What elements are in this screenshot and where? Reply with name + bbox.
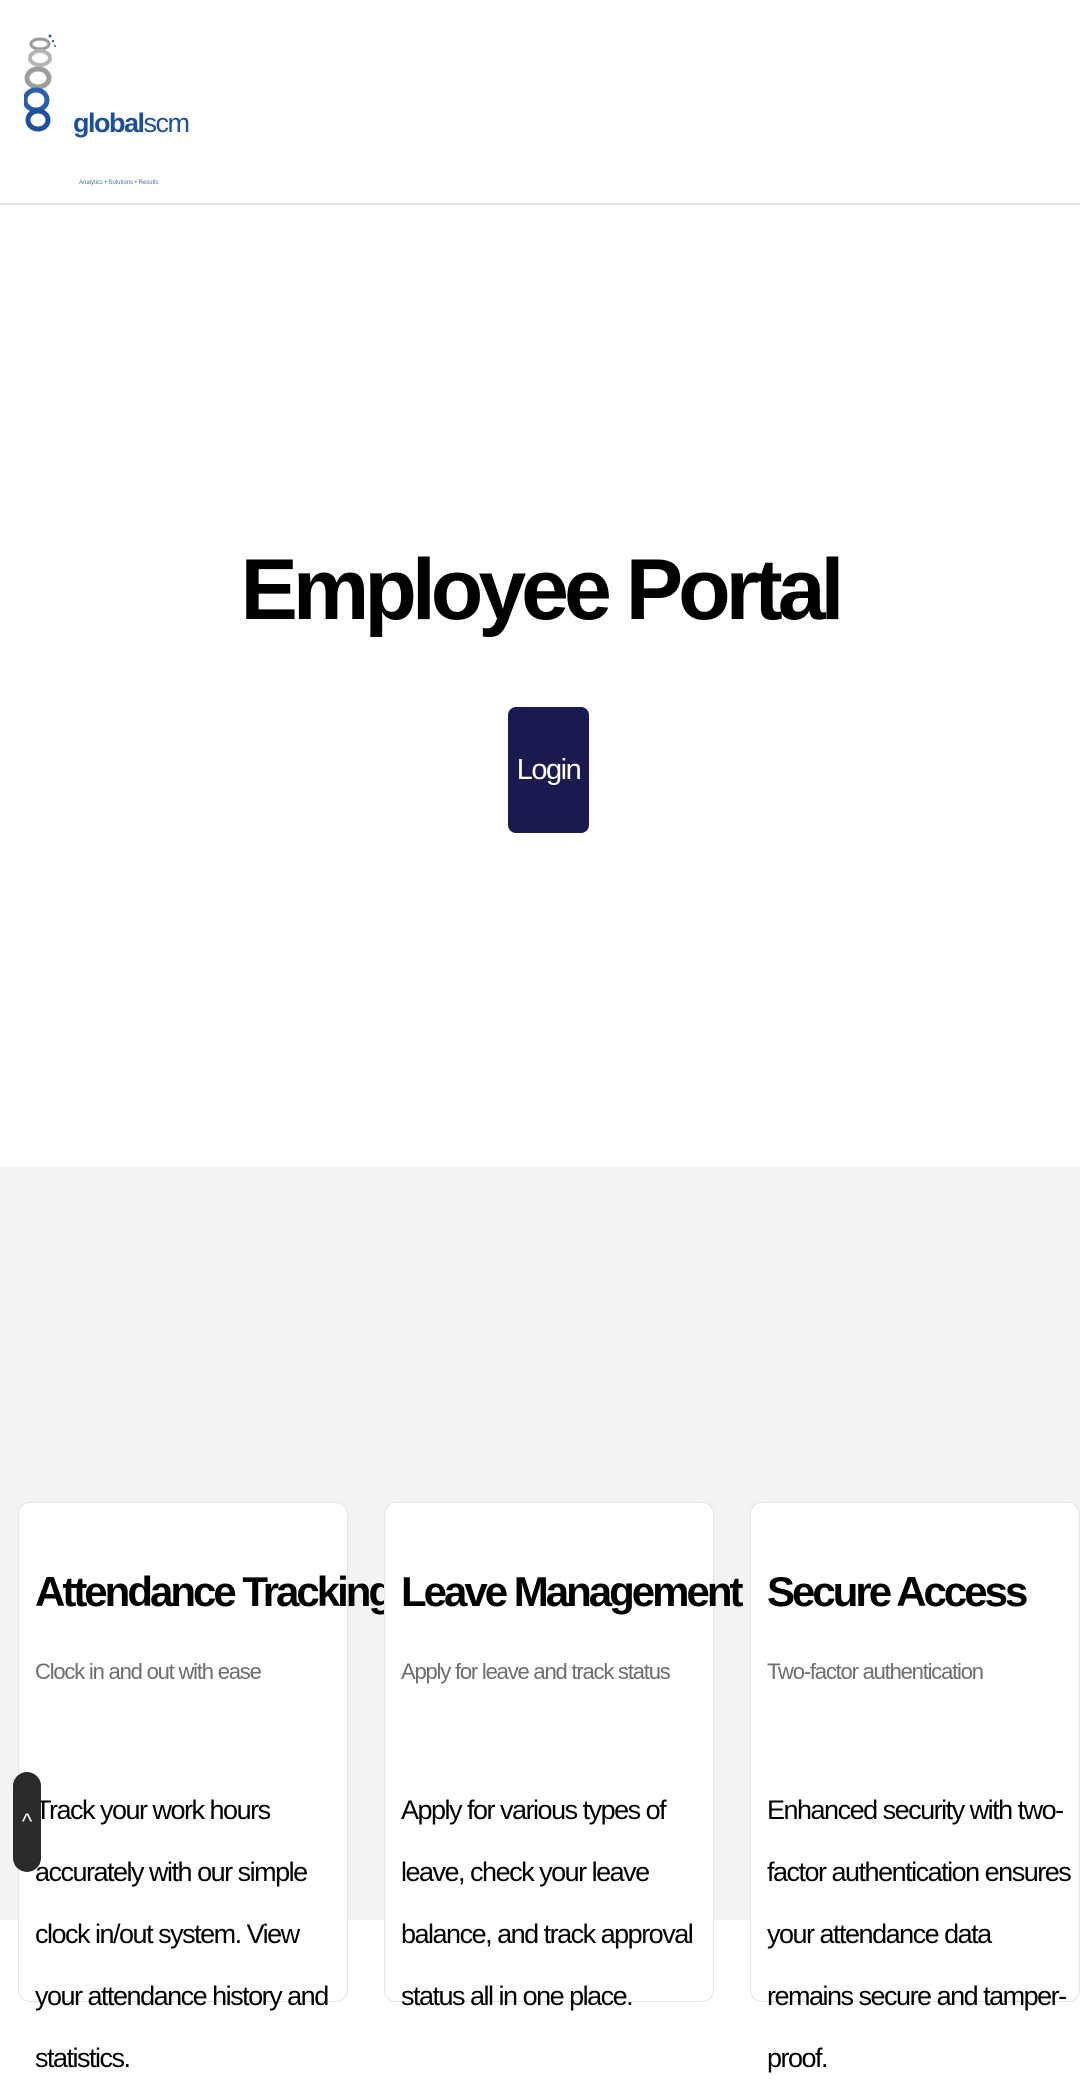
card-description: Enhanced security with two-factor authen… <box>767 1795 1072 2073</box>
logo-text-light: scm <box>143 108 191 138</box>
logo-swirl-icon <box>22 34 56 132</box>
hero-section: Employee Portal Login <box>0 207 1080 1167</box>
card-subtitle: Apply for leave and track status <box>401 1659 671 1684</box>
feature-card-attendance: Attendance Tracking Clock in and out wit… <box>18 1502 394 2073</box>
card-description: Track your work hours accurately with ou… <box>35 1795 329 2073</box>
card-title: Secure Access <box>767 1568 1028 1615</box>
features-section: Attendance Tracking Clock in and out wit… <box>0 1167 1080 2073</box>
logo-tagline: Analytics • Solutions • Results <box>79 180 159 186</box>
logo-wordmark: globalscm <box>73 108 191 138</box>
company-logo[interactable]: globalscm Analytics • Solutions • Result… <box>22 28 190 186</box>
logo-text-bold: global <box>73 108 145 138</box>
login-button[interactable]: Login <box>508 707 589 833</box>
page-title: Employee Portal <box>240 542 845 638</box>
card-title: Attendance Tracking <box>35 1568 394 1615</box>
scroll-to-top-button[interactable]: ^ <box>13 1772 41 1872</box>
site-header: globalscm Analytics • Solutions • Result… <box>0 0 1080 205</box>
card-subtitle: Clock in and out with ease <box>35 1659 262 1684</box>
card-title: Leave Management <box>401 1568 743 1615</box>
feature-card-leave: Leave Management Apply for leave and tra… <box>384 1502 743 2011</box>
caret-up-icon: ^ <box>21 1809 33 1834</box>
feature-card-security: Secure Access Two-factor authentication … <box>750 1502 1080 2073</box>
card-subtitle: Two-factor authentication <box>767 1659 984 1684</box>
card-description: Apply for various types of leave, check … <box>401 1795 694 2011</box>
